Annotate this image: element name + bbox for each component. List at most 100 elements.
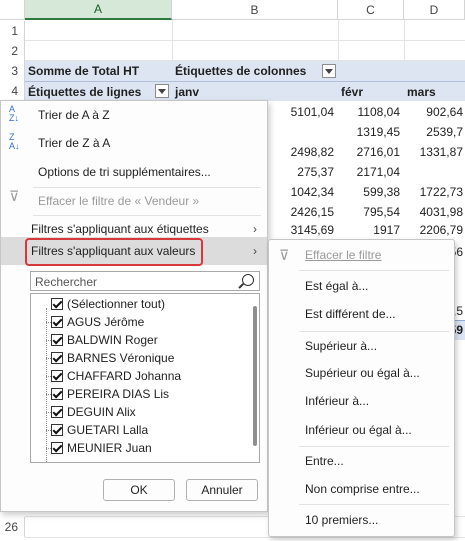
submenu-between[interactable]: Entre... <box>269 449 454 473</box>
submenu-greater-eq[interactable]: Supérieur ou égal à... <box>269 361 454 385</box>
row-header-3[interactable]: 3 <box>0 61 25 81</box>
search-placeholder: Rechercher <box>35 275 98 289</box>
sort-z-to-a-label: Trier de Z à A <box>38 136 111 150</box>
month-janv-text: janv <box>175 84 200 99</box>
list-item-label: AGUS Jérôme <box>67 315 145 329</box>
column-header-c[interactable]: C <box>338 0 404 20</box>
cell-value[interactable]: 275,37 <box>270 162 334 182</box>
pivot-sum-label-text: Somme de Total HT <box>28 64 140 78</box>
cell-value[interactable]: 2426,15 <box>270 202 334 222</box>
checkbox-checked[interactable] <box>51 316 63 328</box>
clear-filter-label: Effacer le filtre de « Vendeur » <box>38 194 200 208</box>
list-item[interactable]: (Sélectionner tout) <box>51 295 165 313</box>
checkbox-checked[interactable] <box>51 298 63 310</box>
cell-value[interactable]: 2498,82 <box>270 142 334 162</box>
col-labels-dropdown-button[interactable] <box>322 64 336 78</box>
cell-value[interactable]: 2539,7 <box>404 122 463 142</box>
cell-value[interactable]: 2206,79 <box>404 220 463 240</box>
checkbox-checked[interactable] <box>51 388 63 400</box>
sort-more-options[interactable]: Options de tri supplémentaires... <box>1 158 267 186</box>
list-item[interactable]: AGUS Jérôme <box>46 313 145 331</box>
list-item[interactable]: CHAFFARD Johanna <box>46 367 181 385</box>
submenu-less[interactable]: Inférieur à... <box>269 389 454 413</box>
gridline <box>25 40 465 41</box>
month-mars: mars <box>404 81 465 101</box>
row-header-1[interactable]: 1 <box>0 21 25 41</box>
cell-value[interactable]: 2171,04 <box>338 162 400 182</box>
column-header-b[interactable]: B <box>172 0 338 20</box>
list-item-label: (Sélectionner tout) <box>67 297 166 311</box>
row-header-4[interactable]: 4 <box>0 81 25 101</box>
checkbox-checked[interactable] <box>51 334 63 346</box>
values-list[interactable]: (Sélectionner tout) AGUS Jérôme BALDWIN … <box>30 293 260 463</box>
list-item-label: GUETARI Lalla <box>67 423 149 437</box>
pivot-col-labels: Étiquettes de colonnes <box>172 61 465 81</box>
month-janv: janv <box>172 81 338 101</box>
submenu-not-equals-label: Est différent de... <box>305 307 396 321</box>
submenu-equals-label: Est égal à... <box>305 279 369 293</box>
label-filters-label: Filtres s'appliquant aux étiquettes <box>31 222 209 236</box>
clear-filter-icon: ⊽ <box>9 188 20 204</box>
sort-a-to-z[interactable]: A Z↓ Trier de A à Z <box>1 101 267 129</box>
ok-button[interactable]: OK <box>103 479 175 501</box>
menu-separator <box>299 504 449 505</box>
search-input[interactable]: Rechercher <box>30 271 260 291</box>
row-header-26[interactable]: 26 <box>0 517 25 537</box>
submenu-not-between[interactable]: Non comprise entre... <box>269 477 454 501</box>
cell-value[interactable]: 4031,98 <box>404 202 463 222</box>
select-all-corner[interactable] <box>0 0 25 20</box>
tree-line <box>46 308 47 462</box>
cell-value[interactable]: 1042,34 <box>270 182 334 202</box>
cell-value[interactable]: 1108,04 <box>338 102 401 122</box>
checkbox-checked[interactable] <box>51 424 63 436</box>
list-item[interactable]: DEGUIN Alix <box>46 403 136 421</box>
pivot-row-labels: Étiquettes de lignes <box>25 81 172 101</box>
search-icon <box>242 274 254 286</box>
submenu-top10[interactable]: 10 premiers... <box>269 508 454 532</box>
list-item[interactable]: BALDWIN Roger <box>46 331 158 349</box>
list-item[interactable]: MEUNIER Juan <box>46 439 152 457</box>
submenu-equals[interactable]: Est égal à... <box>269 274 454 298</box>
checkbox-checked[interactable] <box>51 442 63 454</box>
sort-descending-icon: Z A↓ <box>9 132 20 151</box>
checkbox-checked[interactable] <box>51 370 63 382</box>
column-header-a[interactable]: A <box>25 0 172 20</box>
sort-more-options-label: Options de tri supplémentaires... <box>38 165 211 179</box>
row-header-2[interactable]: 2 <box>0 41 25 61</box>
chevron-right-icon: › <box>253 244 257 258</box>
cell-value[interactable]: 5101,04 <box>270 102 334 122</box>
row-labels-dropdown-button[interactable] <box>155 84 169 98</box>
cell-value[interactable]: 1319,45 <box>338 122 400 142</box>
list-item[interactable]: PEREIRA DIAS Lis <box>46 385 169 403</box>
cell-value[interactable]: 1331,87 <box>404 142 463 162</box>
cell-value[interactable]: 599,38 <box>338 182 400 202</box>
submenu-greater[interactable]: Supérieur à... <box>269 334 454 358</box>
submenu-greater-label: Supérieur à... <box>305 339 378 353</box>
list-scrollbar[interactable] <box>253 306 257 446</box>
submenu-less-label: Inférieur à... <box>305 394 370 408</box>
sort-ascending-icon: A Z↓ <box>9 104 19 123</box>
cell-value[interactable]: 3145,69 <box>270 220 334 240</box>
submenu-less-eq[interactable]: Inférieur ou égal à... <box>269 418 454 442</box>
cell-value[interactable]: 795,54 <box>338 202 400 222</box>
cell-value[interactable]: 902,64 <box>404 102 463 122</box>
column-header-d[interactable]: D <box>404 0 465 20</box>
value-filters-submenu: ⊽ Effacer le filtre Est égal à... Est di… <box>268 239 455 537</box>
list-item-label: DEGUIN Alix <box>67 405 136 419</box>
month-mars-text: mars <box>407 84 436 99</box>
submenu-clear-filter: ⊽ Effacer le filtre <box>269 243 454 267</box>
cancel-button[interactable]: Annuler <box>186 479 258 501</box>
sort-z-to-a[interactable]: Z A↓ Trier de Z à A <box>1 129 267 157</box>
submenu-not-equals[interactable]: Est différent de... <box>269 302 454 326</box>
month-fevr: févr <box>338 81 404 101</box>
pivot-sum-label: Somme de Total HT <box>25 61 172 81</box>
cell-value[interactable]: 1917 <box>338 220 400 240</box>
checkbox-checked[interactable] <box>51 352 63 364</box>
checkbox-checked[interactable] <box>51 406 63 418</box>
cell-value[interactable]: 2716,01 <box>338 142 400 162</box>
list-item[interactable]: GUETARI Lalla <box>46 421 149 439</box>
chevron-right-icon: › <box>253 222 257 236</box>
list-item-label: BARNES Véronique <box>67 351 175 365</box>
cell-value[interactable]: 1722,73 <box>404 182 463 202</box>
list-item[interactable]: BARNES Véronique <box>46 349 175 367</box>
